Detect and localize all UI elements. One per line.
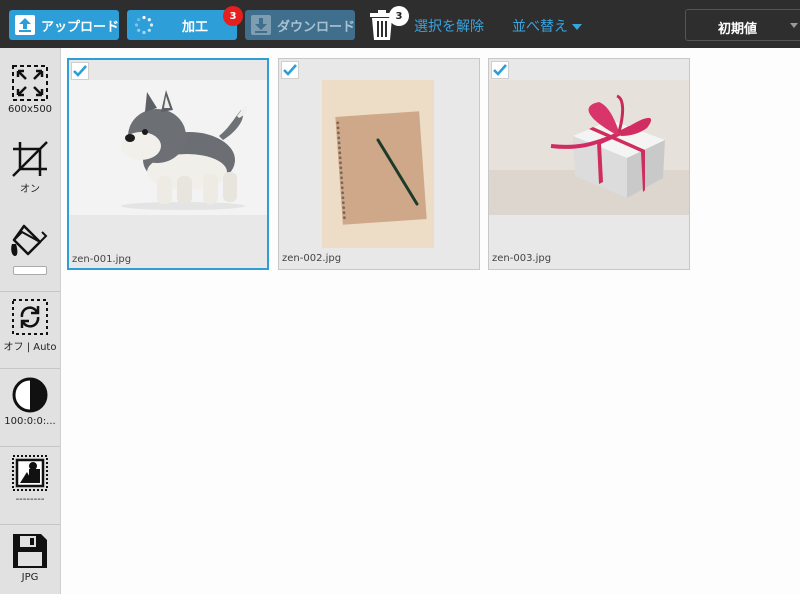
process-count-badge: 3 <box>223 6 243 26</box>
download-button[interactable]: ダウンロード <box>245 10 355 40</box>
sidebar-divider <box>0 446 60 447</box>
image-filename: zen-002.jpg <box>282 253 342 264</box>
image-filename: zen-001.jpg <box>72 254 132 265</box>
top-toolbar: アップロード 加工 3 ダウンロード 3 選択を解除 並べ替え 初期値 <box>0 0 800 48</box>
upload-icon <box>13 13 37 37</box>
preset-select-label: 初期値 <box>718 22 758 37</box>
sidebar-divider <box>0 291 60 292</box>
download-button-label: ダウンロード <box>277 19 356 35</box>
preset-select[interactable]: 初期値 <box>685 9 800 41</box>
process-button-label: 加工 <box>182 19 209 35</box>
image-card[interactable]: zen-002.jpg <box>278 58 480 270</box>
image-card[interactable]: zen-001.jpg <box>67 58 269 270</box>
crop-caption: オン <box>20 184 40 195</box>
resize-tool[interactable]: 600x500 <box>0 64 60 115</box>
paint-bucket-icon <box>11 224 48 256</box>
resize-caption: 600x500 <box>7 104 53 115</box>
save-format-caption: JPG <box>21 572 39 583</box>
tool-sidebar: 600x500 オン オフ | Auto 100:0:0:... -------… <box>0 48 61 594</box>
frame-caption: -------- <box>15 494 45 505</box>
contrast-tool[interactable]: 100:0:0:... <box>0 376 60 427</box>
rotate-caption: オフ | Auto <box>3 342 57 353</box>
upload-button[interactable]: アップロード <box>9 10 119 40</box>
crop-icon <box>12 141 48 177</box>
checkmark-icon <box>283 64 297 76</box>
crop-tool[interactable]: オン <box>0 140 60 195</box>
image-card[interactable]: zen-003.jpg <box>488 58 690 270</box>
image-thumbnail <box>322 80 434 248</box>
fill-color-tool[interactable] <box>0 222 60 275</box>
image-filename: zen-003.jpg <box>492 253 552 264</box>
frame-icon <box>12 455 48 491</box>
rotate-tool[interactable]: オフ | Auto <box>0 298 60 353</box>
contrast-icon <box>12 377 48 413</box>
resize-icon <box>12 65 48 101</box>
fill-color-swatch[interactable] <box>13 266 47 275</box>
chevron-down-icon <box>790 23 798 28</box>
checkmark-icon <box>493 64 507 76</box>
image-thumbnail <box>489 80 689 215</box>
select-checkbox[interactable] <box>491 61 509 79</box>
spinner-icon <box>134 15 154 35</box>
trash-count-badge: 3 <box>389 6 409 26</box>
select-checkbox[interactable] <box>281 61 299 79</box>
deselect-link[interactable]: 選択を解除 <box>414 16 484 36</box>
sidebar-divider <box>0 368 60 369</box>
rotate-icon <box>12 299 48 335</box>
select-checkbox[interactable] <box>71 62 89 80</box>
checkmark-icon <box>73 65 87 77</box>
process-button[interactable]: 加工 <box>127 10 237 40</box>
download-icon <box>249 13 273 37</box>
frame-tool[interactable]: -------- <box>0 454 60 505</box>
sort-label: 並べ替え <box>512 19 568 35</box>
sidebar-divider <box>0 524 60 525</box>
chevron-down-icon <box>572 24 582 30</box>
floppy-disk-icon <box>13 534 47 568</box>
image-thumbnail <box>69 80 267 215</box>
save-format-tool[interactable]: JPG <box>0 532 60 583</box>
upload-button-label: アップロード <box>41 19 120 35</box>
contrast-caption: 100:0:0:... <box>4 416 56 427</box>
sort-dropdown[interactable]: 並べ替え <box>512 16 582 36</box>
